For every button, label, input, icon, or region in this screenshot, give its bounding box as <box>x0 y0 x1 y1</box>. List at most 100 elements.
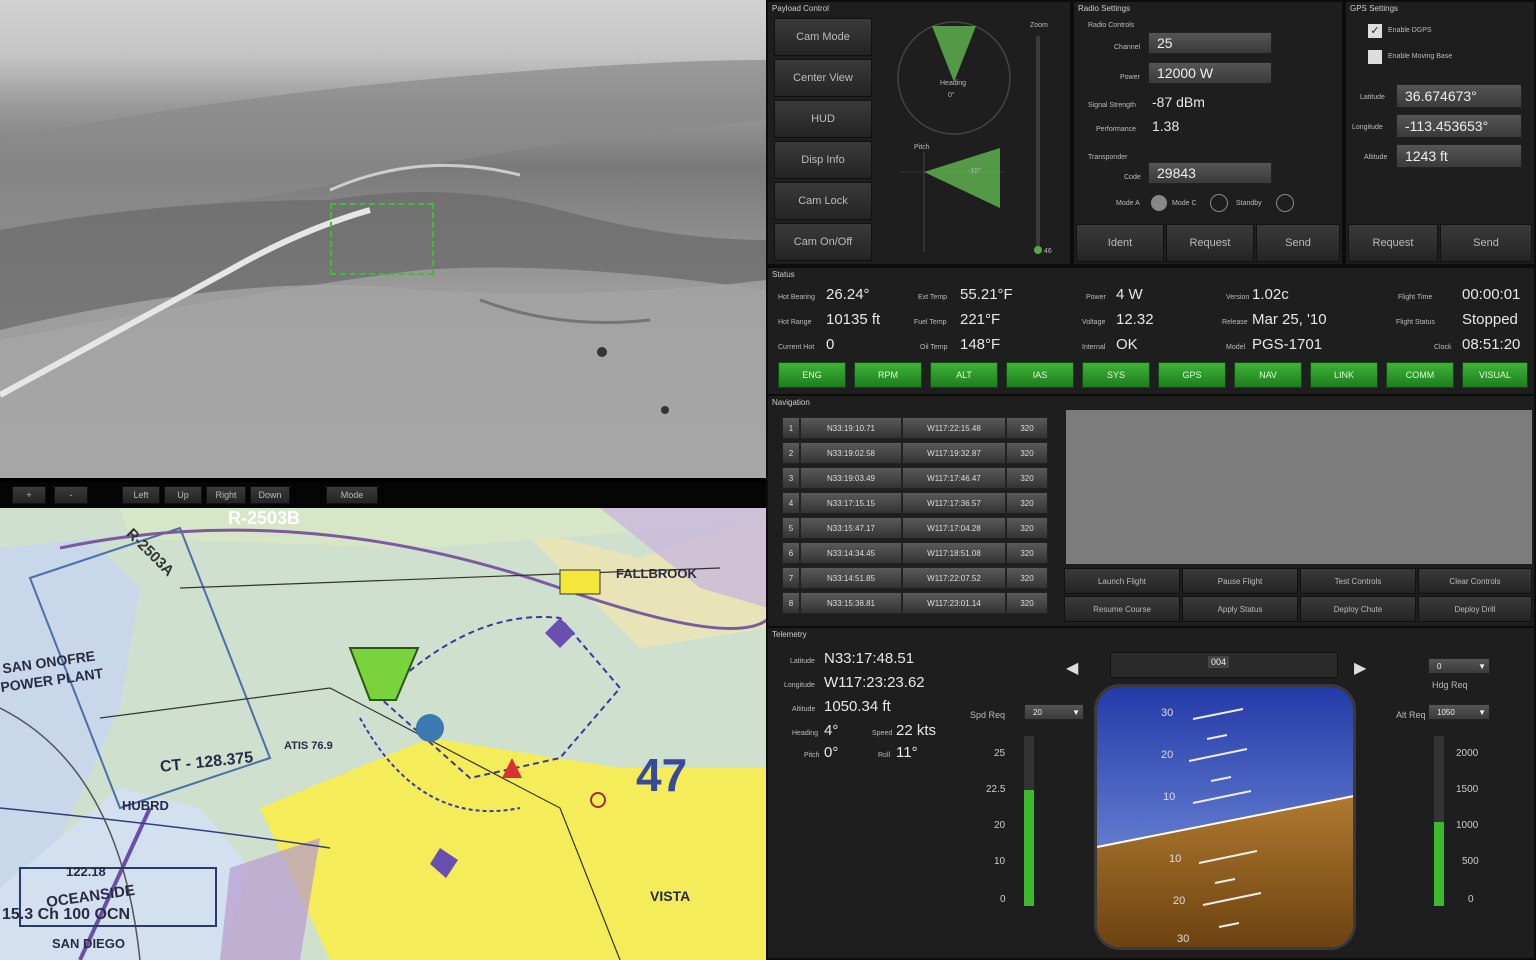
pause-flight-button[interactable]: Pause Flight <box>1182 568 1298 594</box>
gps-indicator[interactable]: GPS <box>1158 362 1226 388</box>
cam-lock-button[interactable]: Cam Lock <box>774 182 872 220</box>
gps-request-button[interactable]: Request <box>1348 224 1438 262</box>
comm-indicator[interactable]: COMM <box>1386 362 1454 388</box>
cam-onoff-button[interactable]: Cam On/Off <box>774 223 872 261</box>
gps-longitude-input[interactable]: -113.453653° <box>1396 114 1522 138</box>
performance-value: 1.38 <box>1152 118 1180 134</box>
power-input[interactable]: 12000 W <box>1148 62 1272 84</box>
launch-flight-button[interactable]: Launch Flight <box>1064 568 1180 594</box>
cam-mode-button[interactable]: Cam Mode <box>774 18 872 56</box>
altitude-tick: 500 <box>1462 856 1479 867</box>
mode-c-radio[interactable] <box>1210 194 1228 212</box>
waypoint-row[interactable]: 3 N33:19:03.49 W117:17:46.47 320 <box>782 467 1048 489</box>
status-value: 12.32 <box>1116 311 1154 328</box>
rpm-indicator[interactable]: RPM <box>854 362 922 388</box>
target-box <box>330 203 434 275</box>
radio-send-button[interactable]: Send <box>1256 224 1340 262</box>
waypoint-lon: W117:18:51.08 <box>902 542 1006 564</box>
section-label: Radio Controls <box>1088 22 1135 29</box>
mode-c-label: Mode C <box>1172 200 1197 207</box>
waypoint-lon: W117:23:01.14 <box>902 592 1006 614</box>
waypoint-row[interactable]: 2 N33:19:02.58 W117:19:32.87 320 <box>782 442 1048 464</box>
status-label: Current Hot <box>778 344 815 351</box>
status-value: 1.02c <box>1252 286 1289 303</box>
clear-controls-button[interactable]: Clear Controls <box>1418 568 1532 594</box>
standby-radio[interactable] <box>1276 194 1294 212</box>
pan-up-button[interactable]: Up <box>164 486 202 504</box>
heading-value: 0° <box>948 92 955 99</box>
eng-indicator[interactable]: ENG <box>778 362 846 388</box>
heading-label: Heading <box>940 80 967 87</box>
speed-tick: 0 <box>1000 894 1006 905</box>
waypoint-lon: W117:19:32.87 <box>902 442 1006 464</box>
deploy-chute-button[interactable]: Deploy Chute <box>1300 596 1416 622</box>
mode-button[interactable]: Mode <box>326 486 378 504</box>
gps-latitude-input[interactable]: 36.674673° <box>1396 84 1522 108</box>
enable-moving-base-checkbox[interactable] <box>1368 50 1382 64</box>
spd-req-dropdown[interactable]: 20 ▼ <box>1024 704 1084 720</box>
waypoint-row[interactable]: 4 N33:17:15.15 W117:17:36.57 320 <box>782 492 1048 514</box>
code-input[interactable]: 29843 <box>1148 162 1272 184</box>
center-view-button[interactable]: Center View <box>774 59 872 97</box>
waypoint-row[interactable]: 6 N33:14:34.45 W117:18:51.08 320 <box>782 542 1048 564</box>
radio-request-button[interactable]: Request <box>1166 224 1254 262</box>
video-toolbar: + - Left Up Right Down Mode <box>0 482 766 508</box>
ladder-label: 30 <box>1177 933 1190 945</box>
payload-control-panel: Payload Control Cam Mode Center View HUD… <box>768 2 1070 264</box>
ias-indicator[interactable]: IAS <box>1006 362 1074 388</box>
status-value: 4 W <box>1116 286 1143 303</box>
waypoint-index: 4 <box>782 492 800 514</box>
apply-status-button[interactable]: Apply Status <box>1182 596 1298 622</box>
status-value: 55.21°F <box>960 286 1013 303</box>
pan-right-button[interactable]: Right <box>206 486 246 504</box>
zoom-in-button[interactable]: + <box>12 486 46 504</box>
map-label: SAN DIEGO <box>52 936 125 951</box>
hdg-req-dropdown[interactable]: 0 ▼ <box>1428 658 1490 674</box>
zoom-out-button[interactable]: - <box>54 486 88 504</box>
sys-indicator[interactable]: SYS <box>1082 362 1150 388</box>
waypoint-alt: 320 <box>1006 442 1048 464</box>
waypoint-lon: W117:22:07.52 <box>902 567 1006 589</box>
visual-indicator[interactable]: VISUAL <box>1462 362 1528 388</box>
waypoint-row[interactable]: 8 N33:15:38.81 W117:23:01.14 320 <box>782 592 1048 614</box>
tele-lon-value: W117:23:23.62 <box>824 674 925 691</box>
channel-input[interactable]: 25 <box>1148 32 1272 54</box>
resume-course-button[interactable]: Resume Course <box>1064 596 1180 622</box>
link-indicator[interactable]: LINK <box>1310 362 1378 388</box>
pitch-label: Pitch <box>914 144 930 151</box>
pan-down-button[interactable]: Down <box>250 486 290 504</box>
waypoint-row[interactable]: 5 N33:15:47.17 W117:17:04.28 320 <box>782 517 1048 539</box>
enable-dgps-checkbox[interactable]: ✓ <box>1368 24 1382 38</box>
chevron-down-icon: ▼ <box>1478 661 1486 671</box>
status-value: 0 <box>826 336 835 353</box>
deploy-drill-button[interactable]: Deploy Drill <box>1418 596 1532 622</box>
status-value: Mar 25, '10 <box>1252 311 1327 328</box>
waypoint-index: 1 <box>782 417 800 439</box>
waypoint-row[interactable]: 7 N33:14:51.85 W117:22:07.52 320 <box>782 567 1048 589</box>
gps-latitude-label: Latitude <box>1360 94 1385 101</box>
waypoint-index: 7 <box>782 567 800 589</box>
mode-a-radio[interactable] <box>1150 194 1168 212</box>
nav-indicator[interactable]: NAV <box>1234 362 1302 388</box>
alt-req-dropdown[interactable]: 1050 ▼ <box>1428 704 1490 720</box>
waypoint-index: 8 <box>782 592 800 614</box>
right-arrow-icon[interactable]: ▶ <box>1354 658 1366 678</box>
altitude-gauge-fill <box>1434 822 1444 906</box>
pan-left-button[interactable]: Left <box>122 486 160 504</box>
hud-button[interactable]: HUD <box>774 100 872 138</box>
ident-button[interactable]: Ident <box>1076 224 1164 262</box>
test-controls-button[interactable]: Test Controls <box>1300 568 1416 594</box>
alt-indicator[interactable]: ALT <box>930 362 998 388</box>
gps-altitude-input[interactable]: 1243 ft <box>1396 144 1522 168</box>
gps-send-button[interactable]: Send <box>1440 224 1532 262</box>
disp-info-button[interactable]: Disp Info <box>774 141 872 179</box>
waypoint-lat: N33:15:47.17 <box>800 517 902 539</box>
waypoint-row[interactable]: 1 N33:19:10.71 W117:22:15.48 320 <box>782 417 1048 439</box>
alt-req-value: 1050 <box>1437 707 1455 717</box>
tele-heading-value: 4° <box>824 722 839 739</box>
alt-req-label: Alt Req <box>1396 710 1426 720</box>
mode-a-label: Mode A <box>1116 200 1140 207</box>
tele-alt-label: Altitude <box>792 706 816 713</box>
sectional-map[interactable]: R-2503B R-2503A SAN ONOFRE POWER PLANT F… <box>0 508 768 960</box>
left-arrow-icon[interactable]: ◀ <box>1066 658 1078 678</box>
